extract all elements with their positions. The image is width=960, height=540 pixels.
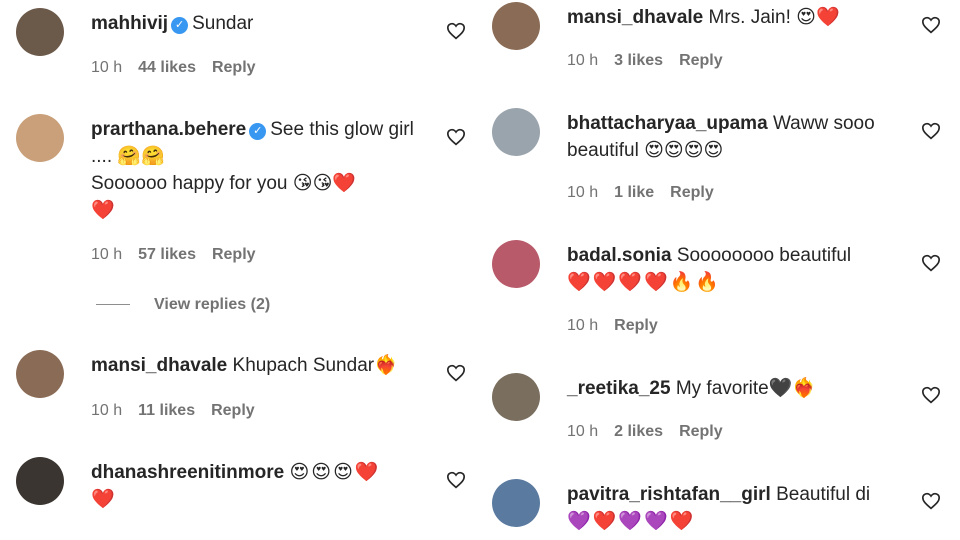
comment-text: My favorite🖤❤️‍🔥 bbox=[675, 378, 817, 399]
comment-likes[interactable]: 2 likes bbox=[614, 423, 663, 440]
heart-outline-icon[interactable] bbox=[446, 471, 466, 489]
comment-likes[interactable]: 44 likes bbox=[138, 59, 196, 76]
comment-meta: 10 h 1 like Reply bbox=[567, 184, 730, 202]
heart-outline-icon[interactable] bbox=[921, 254, 941, 272]
reply-button[interactable]: Reply bbox=[211, 402, 255, 419]
comment-username[interactable]: mansi_dhavale bbox=[91, 355, 227, 376]
comment-text-line2: Soooooo happy for you 😘😘❤️ bbox=[91, 173, 357, 194]
comment-username[interactable]: bhattacharyaa_upama bbox=[567, 113, 768, 134]
divider bbox=[96, 304, 130, 306]
reply-button[interactable]: Reply bbox=[212, 59, 256, 76]
avatar[interactable] bbox=[492, 108, 540, 156]
comment-emoji-line: ❤️❤️❤️❤️🔥🔥 bbox=[567, 272, 721, 293]
avatar[interactable] bbox=[492, 2, 540, 50]
avatar[interactable] bbox=[492, 479, 540, 527]
heart-outline-icon[interactable] bbox=[446, 364, 466, 382]
comment-username[interactable]: prarthana.behere bbox=[91, 119, 246, 140]
comment-likes[interactable]: 3 likes bbox=[614, 52, 663, 69]
reply-button[interactable]: Reply bbox=[614, 317, 658, 334]
comment-username[interactable]: dhanashreenitinmore bbox=[91, 462, 284, 483]
comment-time: 10 h bbox=[567, 317, 599, 334]
comment-time: 10 h bbox=[91, 402, 123, 419]
comment-time: 10 h bbox=[567, 184, 599, 201]
comment-username[interactable]: mahhivij bbox=[91, 13, 168, 34]
comment-text: Khupach Sundar❤️‍🔥 bbox=[232, 355, 398, 376]
comment-text: Mrs. Jain! 😍❤️ bbox=[708, 7, 840, 28]
view-replies-button[interactable]: View replies (2) bbox=[96, 296, 270, 314]
avatar[interactable] bbox=[16, 114, 64, 162]
comment-meta: 10 h 3 likes Reply bbox=[567, 52, 739, 70]
comment-text: Beautiful di bbox=[776, 484, 871, 505]
avatar[interactable] bbox=[16, 457, 64, 505]
comment-username[interactable]: badal.sonia bbox=[567, 245, 672, 266]
comment-text: 😍😍😍❤️ bbox=[289, 462, 381, 483]
comment-emoji-line: ❤️ bbox=[91, 200, 117, 221]
heart-outline-icon[interactable] bbox=[921, 386, 941, 404]
heart-outline-icon[interactable] bbox=[446, 22, 466, 40]
comments-column-right: mansi_dhavale Mrs. Jain! 😍❤️ 10 h 3 likes… bbox=[480, 0, 960, 540]
heart-outline-icon[interactable] bbox=[921, 16, 941, 34]
heart-outline-icon[interactable] bbox=[446, 128, 466, 146]
comment-time: 10 h bbox=[567, 52, 599, 69]
comment-time: 10 h bbox=[91, 246, 123, 263]
comment-likes[interactable]: 57 likes bbox=[138, 246, 196, 263]
comment-emoji-line: ❤️ bbox=[91, 489, 117, 510]
comment-username[interactable]: _reetika_25 bbox=[567, 378, 671, 399]
comment-text: Sundar bbox=[192, 13, 254, 34]
comment-text: Soooooooo beautiful bbox=[676, 245, 852, 266]
avatar[interactable] bbox=[16, 350, 64, 398]
comment-meta: 10 h 11 likes Reply bbox=[91, 402, 271, 420]
comment-meta: 10 h 2 likes Reply bbox=[567, 423, 739, 441]
comment-likes[interactable]: 1 like bbox=[614, 184, 654, 201]
comment-meta: 10 h 44 likes Reply bbox=[91, 59, 272, 77]
comment-meta: 10 h Reply bbox=[567, 317, 674, 335]
reply-button[interactable]: Reply bbox=[212, 246, 256, 263]
heart-outline-icon[interactable] bbox=[921, 122, 941, 140]
verified-badge-icon: ✓ bbox=[171, 17, 189, 34]
heart-outline-icon[interactable] bbox=[921, 492, 941, 510]
avatar[interactable] bbox=[492, 373, 540, 421]
reply-button[interactable]: Reply bbox=[679, 52, 723, 69]
reply-button[interactable]: Reply bbox=[679, 423, 723, 440]
comment-time: 10 h bbox=[567, 423, 599, 440]
comment-time: 10 h bbox=[91, 59, 123, 76]
comment-username[interactable]: mansi_dhavale bbox=[567, 7, 703, 28]
comment-likes[interactable]: 11 likes bbox=[138, 402, 195, 419]
comment-meta: 10 h 57 likes Reply bbox=[91, 246, 272, 264]
comment-emoji-line: 💜❤️💜💜❤️ bbox=[567, 511, 696, 532]
comment-username[interactable]: pavitra_rishtafan__girl bbox=[567, 484, 771, 505]
reply-button[interactable]: Reply bbox=[670, 184, 714, 201]
verified-badge-icon: ✓ bbox=[249, 123, 267, 140]
avatar[interactable] bbox=[16, 8, 64, 56]
avatar[interactable] bbox=[492, 240, 540, 288]
comments-column-left: mahhivij ✓ Sundar 10 h 44 likes Reply prarth… bbox=[0, 0, 480, 540]
